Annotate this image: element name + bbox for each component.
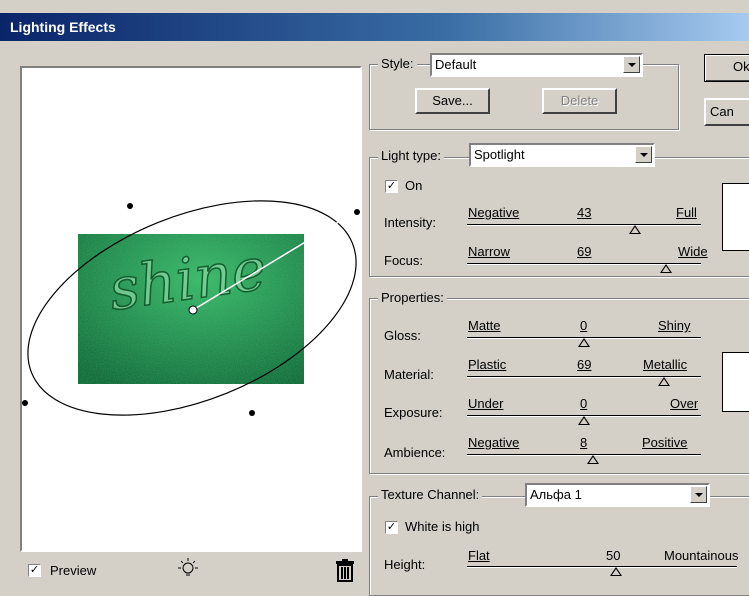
- trash-icon[interactable]: [334, 558, 356, 582]
- height-label: Height:: [384, 557, 426, 572]
- height-slider[interactable]: [467, 566, 737, 568]
- white-is-high-checkbox[interactable]: ✓: [385, 521, 398, 534]
- ok-button[interactable]: Ok: [704, 54, 749, 82]
- height-max-label: Mountainous: [664, 548, 739, 563]
- gloss-label: Gloss:: [384, 328, 421, 343]
- gloss-value: 0: [580, 318, 588, 333]
- height-min-label: Flat: [468, 548, 490, 563]
- material-max-label: Metallic: [643, 357, 688, 372]
- ambience-value: 8: [580, 435, 588, 450]
- ambience-max-label: Positive: [642, 435, 688, 450]
- preview-checkbox[interactable]: ✓: [28, 564, 41, 577]
- intensity-label: Intensity:: [384, 215, 437, 230]
- light-type-select[interactable]: Spotlight: [469, 143, 655, 167]
- exposure-slider-thumb[interactable]: [578, 416, 590, 425]
- intensity-min-label: Negative: [468, 205, 520, 220]
- texture-group: [369, 496, 749, 596]
- material-color-swatch[interactable]: [722, 352, 749, 412]
- focus-label: Focus:: [384, 253, 424, 268]
- gloss-max-label: Shiny: [658, 318, 691, 333]
- ambience-slider[interactable]: [467, 454, 701, 456]
- exposure-max-label: Over: [670, 396, 699, 411]
- ambience-min-label: Negative: [468, 435, 520, 450]
- light-color-swatch[interactable]: [722, 183, 749, 251]
- texture-channel-label: Texture Channel:: [378, 487, 483, 502]
- light-type-label: Light type:: [378, 148, 444, 163]
- height-value: 50: [606, 548, 621, 563]
- chevron-down-icon[interactable]: [635, 146, 652, 163]
- style-label: Style:: [378, 56, 417, 71]
- focus-max-label: Wide: [678, 244, 708, 259]
- material-label: Material:: [384, 367, 434, 382]
- exposure-label: Exposure:: [384, 405, 443, 420]
- focus-value: 69: [577, 244, 592, 259]
- preview-label: Preview: [50, 563, 97, 578]
- delete-button[interactable]: Delete: [542, 88, 617, 114]
- material-value: 69: [577, 357, 592, 372]
- chevron-down-icon[interactable]: [623, 56, 640, 73]
- light-handle-right[interactable]: [354, 209, 360, 215]
- ambience-slider-thumb[interactable]: [587, 455, 600, 464]
- material-min-label: Plastic: [468, 357, 507, 372]
- light-on-label: On: [405, 178, 423, 193]
- style-select-value: Default: [435, 57, 477, 72]
- cancel-button[interactable]: Can: [704, 98, 749, 126]
- light-center-handle[interactable]: [188, 305, 198, 315]
- intensity-max-label: Full: [676, 205, 697, 220]
- white-is-high-label: White is high: [405, 519, 480, 534]
- preview-canvas[interactable]: shine: [22, 68, 360, 550]
- preview-panel[interactable]: shine: [20, 66, 362, 552]
- intensity-slider-thumb[interactable]: [629, 225, 642, 234]
- height-slider-thumb[interactable]: [609, 567, 622, 576]
- focus-slider-thumb[interactable]: [659, 264, 672, 273]
- light-handle-bottom[interactable]: [249, 410, 255, 416]
- cancel-button-label: Can: [710, 104, 734, 119]
- light-handle-top[interactable]: [127, 203, 133, 209]
- texture-channel-select-value: Альфа 1: [530, 487, 582, 502]
- window-title: Lighting Effects: [10, 19, 116, 35]
- texture-channel-select[interactable]: Альфа 1: [525, 483, 710, 507]
- focus-min-label: Narrow: [468, 244, 510, 259]
- properties-label: Properties:: [378, 290, 447, 305]
- ambience-label: Ambience:: [384, 445, 446, 460]
- intensity-value: 43: [577, 205, 592, 220]
- light-handle-left[interactable]: [22, 400, 28, 406]
- lightbulb-icon[interactable]: [175, 557, 201, 583]
- exposure-value: 0: [580, 396, 588, 411]
- light-type-select-value: Spotlight: [474, 147, 525, 162]
- exposure-min-label: Under: [468, 396, 504, 411]
- ok-button-label: Ok: [733, 59, 749, 74]
- save-button[interactable]: Save...: [415, 88, 490, 114]
- chevron-down-icon[interactable]: [690, 486, 707, 503]
- intensity-slider[interactable]: [467, 224, 701, 226]
- gloss-slider-thumb[interactable]: [578, 338, 590, 347]
- style-select[interactable]: Default: [430, 53, 643, 77]
- light-on-checkbox[interactable]: ✓: [385, 180, 398, 193]
- material-slider-thumb[interactable]: [657, 377, 670, 386]
- gloss-min-label: Matte: [468, 318, 501, 333]
